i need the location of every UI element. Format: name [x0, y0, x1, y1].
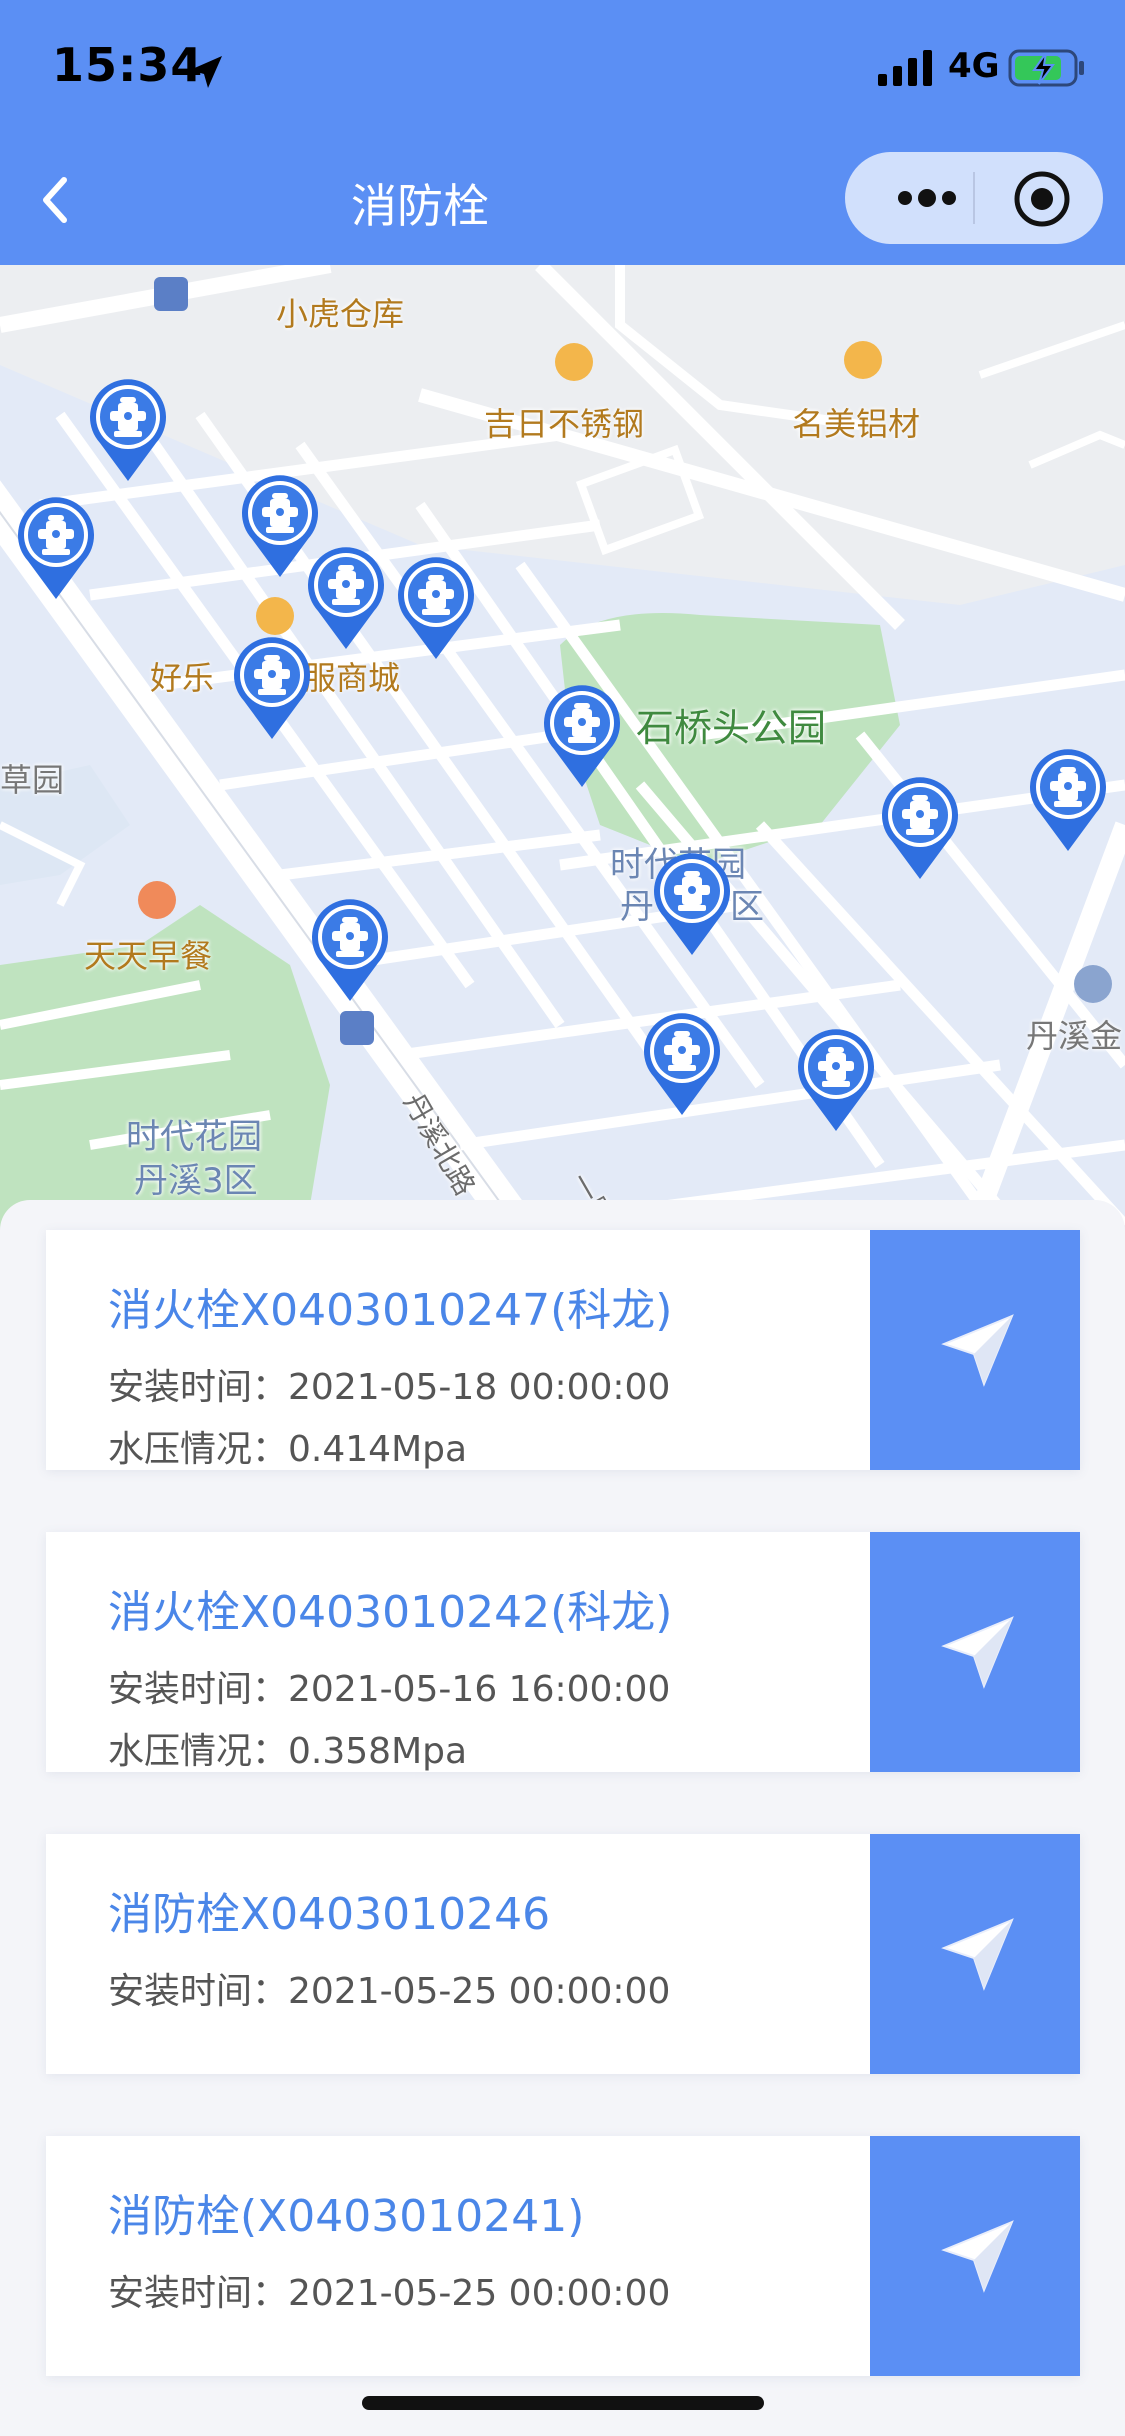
navigate-button[interactable] [870, 1834, 1080, 2074]
install-time-label: 安装时间： [108, 2273, 289, 2314]
hydrant-card[interactable]: 消火栓X0403010242(科龙) 安装时间：2021-05-16 16:00… [46, 1532, 1080, 1772]
navigation-arrow-icon [941, 2220, 1014, 2293]
bus-stop-icon [340, 1011, 374, 1045]
shop-poi-icon [844, 341, 882, 379]
install-time-value: 2021-05-25 00:00:00 [288, 2273, 671, 2314]
pressure-value: 0.414Mpa [288, 1429, 468, 1470]
hydrant-name: 消火栓X0403010242(科龙) [108, 1587, 673, 1638]
hydrant-pin-icon[interactable] [232, 635, 312, 743]
install-time-value: 2021-05-25 00:00:00 [288, 1971, 671, 2012]
navigate-button[interactable] [870, 2136, 1080, 2376]
hydrant-name: 消防栓X0403010246 [108, 1889, 551, 1940]
hydrant-pin-icon[interactable] [796, 1027, 876, 1135]
hydrant-pin-icon[interactable] [652, 851, 732, 959]
map-label: 好乐 [150, 659, 215, 697]
install-time-label: 安装时间： [108, 1669, 289, 1710]
install-time-value: 2021-05-16 16:00:00 [288, 1669, 671, 1710]
install-time-row: 安装时间：2021-05-18 00:00:00 [108, 1358, 670, 1410]
hydrant-name: 消防栓(X0403010241) [108, 2191, 585, 2242]
mini-program-capsule [845, 152, 1103, 244]
navigation-arrow-icon [941, 1314, 1014, 1387]
shop-poi-icon [555, 343, 593, 381]
hydrant-card[interactable]: 消防栓(X0403010241) 安装时间：2021-05-25 00:00:0… [46, 2136, 1080, 2376]
pressure-row: 水压情况：0.358Mpa [108, 1722, 467, 1774]
hydrant-card[interactable]: 消火栓X0403010247(科龙) 安装时间：2021-05-18 00:00… [46, 1230, 1080, 1470]
bus-stop-icon [154, 277, 188, 311]
shop-poi-icon [256, 597, 294, 635]
map-label: 服商城 [304, 659, 401, 697]
hydrant-pin-icon[interactable] [88, 377, 168, 485]
home-poi-icon [1074, 965, 1112, 1003]
pressure-label: 水压情况： [108, 1731, 289, 1772]
location-arrow-icon [190, 56, 222, 88]
map-view[interactable]: 小虎仓库 吉日不锈钢 名美铝材 好乐 服商城 石桥头公园 草园 天天早餐 时代花… [0, 265, 1125, 1265]
map-label: 区 [730, 887, 764, 927]
network-type: 4G [948, 46, 1000, 86]
status-bar: 15:34 4G [0, 0, 1125, 140]
navigation-arrow-icon [941, 1616, 1014, 1689]
hydrant-pin-icon[interactable] [642, 1011, 722, 1119]
hydrant-pin-icon[interactable] [1028, 747, 1108, 855]
pressure-label: 水压情况： [108, 1429, 289, 1470]
map-label: 丹溪3区 [134, 1161, 258, 1201]
page-title: 消防栓 [351, 179, 489, 233]
more-icon[interactable] [883, 178, 983, 218]
map-label: 丹 [620, 887, 654, 927]
hydrant-pin-icon[interactable] [542, 683, 622, 791]
nav-bar: 消防栓 [0, 140, 1125, 265]
map-label: 丹溪金 [1026, 1017, 1123, 1055]
hydrant-pin-icon[interactable] [396, 555, 476, 663]
capsule-divider [973, 172, 975, 224]
hydrant-pin-icon[interactable] [880, 775, 960, 883]
hydrant-pin-icon[interactable] [310, 897, 390, 1005]
hydrant-list: 消火栓X0403010247(科龙) 安装时间：2021-05-18 00:00… [0, 1200, 1125, 2436]
hydrant-name: 消火栓X0403010247(科龙) [108, 1285, 673, 1336]
map-label: 小虎仓库 [276, 295, 405, 333]
map-label: 草园 [0, 761, 65, 799]
install-time-label: 安装时间： [108, 1367, 289, 1408]
map-label: 时代花园 [126, 1117, 262, 1157]
hydrant-card[interactable]: 消防栓X0403010246 安装时间：2021-05-25 00:00:00 [46, 1834, 1080, 2074]
map-label: 吉日不锈钢 [484, 405, 645, 443]
install-time-row: 安装时间：2021-05-25 00:00:00 [108, 2264, 670, 2316]
home-indicator[interactable] [362, 2396, 764, 2410]
map-label: 天天早餐 [84, 937, 213, 975]
navigate-button[interactable] [870, 1532, 1080, 1772]
hydrant-pin-icon[interactable] [16, 495, 96, 603]
navigation-arrow-icon [941, 1918, 1014, 1991]
map-label: 石桥头公园 [636, 706, 827, 750]
close-target-icon[interactable] [1013, 170, 1071, 228]
pressure-row: 水压情况：0.414Mpa [108, 1420, 467, 1472]
top-bar: 15:34 4G 消防栓 [0, 0, 1125, 265]
install-time-row: 安装时间：2021-05-16 16:00:00 [108, 1660, 670, 1712]
restaurant-poi-icon [138, 881, 176, 919]
battery-charging-icon [1008, 49, 1084, 87]
hydrant-pin-icon[interactable] [306, 545, 386, 653]
signal-icon [878, 50, 932, 86]
install-time-label: 安装时间： [108, 1971, 289, 2012]
install-time-value: 2021-05-18 00:00:00 [288, 1367, 671, 1408]
pressure-value: 0.358Mpa [288, 1731, 468, 1772]
map-label: 名美铝材 [792, 405, 921, 443]
status-time: 15:34 [52, 38, 204, 92]
navigate-button[interactable] [870, 1230, 1080, 1470]
install-time-row: 安装时间：2021-05-25 00:00:00 [108, 1962, 670, 2014]
